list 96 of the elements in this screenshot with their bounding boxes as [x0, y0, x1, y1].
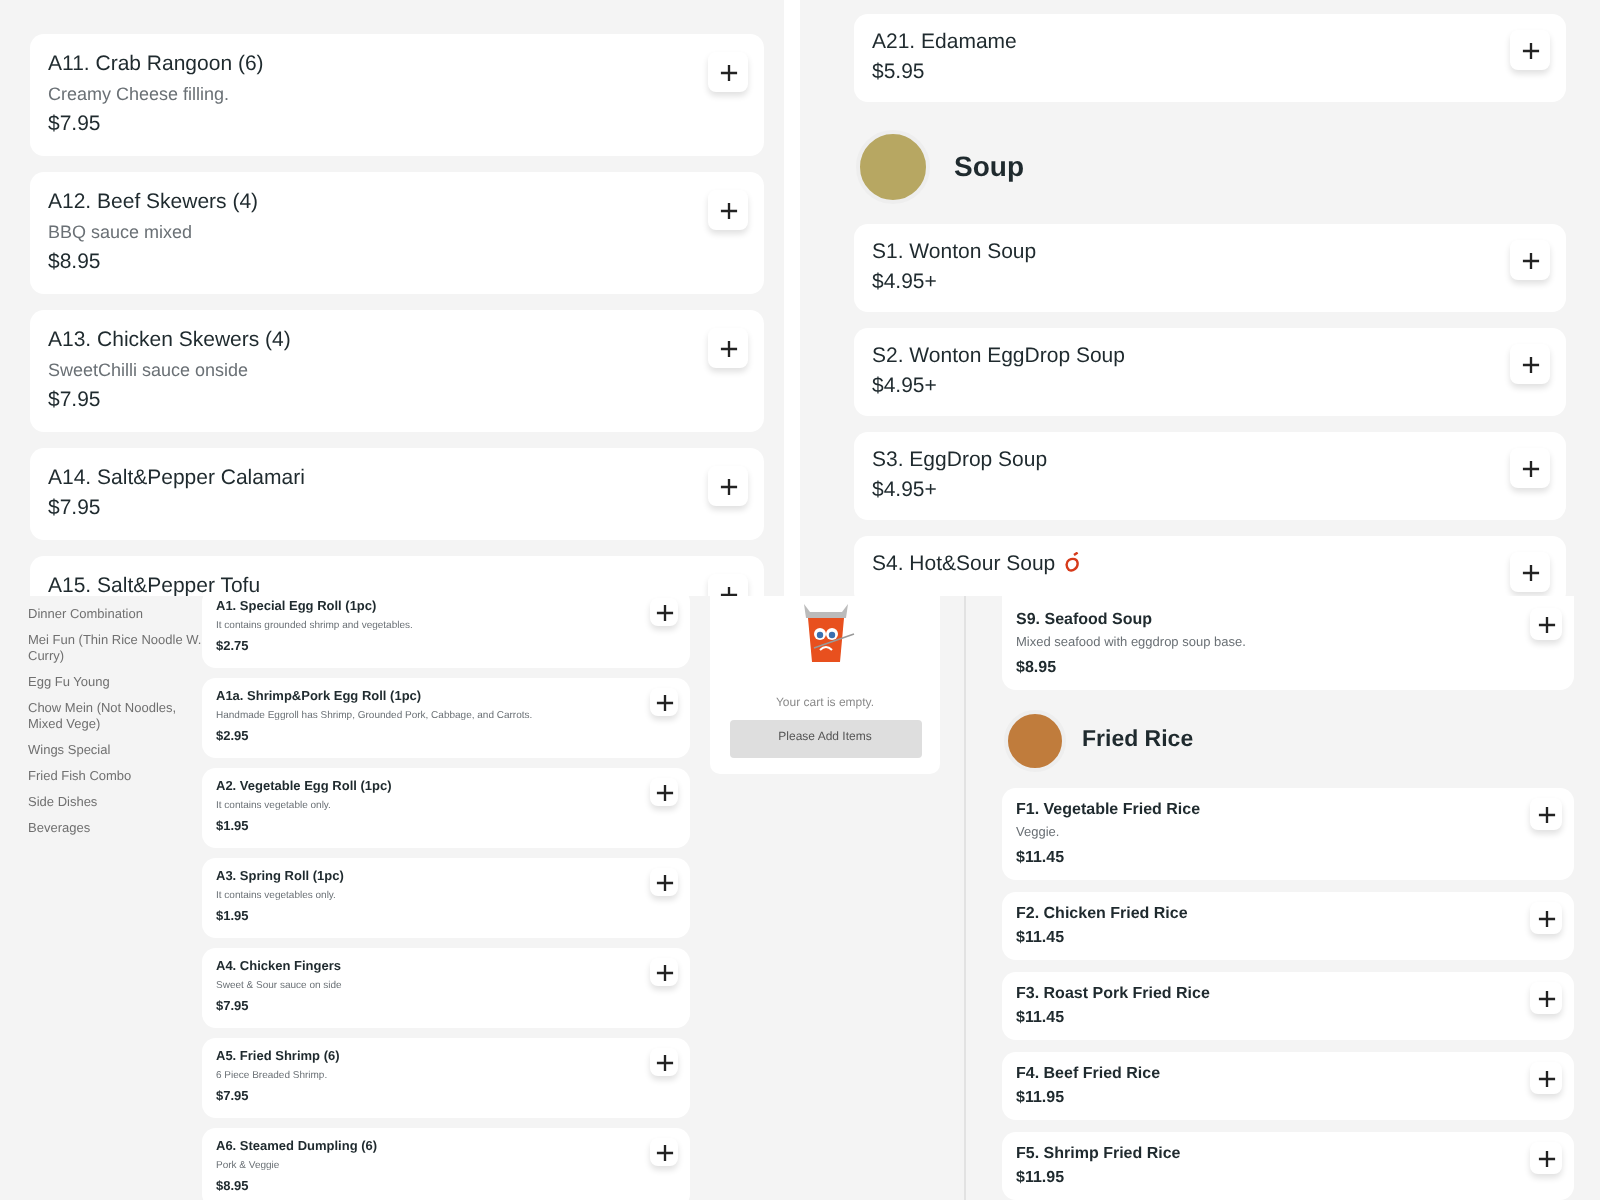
item-name: A15. Salt&Pepper Tofu [48, 572, 261, 596]
menu-item-card[interactable]: F3. Roast Pork Fried Rice $11.45 [1002, 972, 1574, 1040]
menu-item-card[interactable]: S3. EggDrop Soup $4.95+ [854, 432, 1566, 520]
item-price: $11.45 [1016, 1006, 1067, 1030]
item-price: $7.95 [48, 494, 103, 524]
item-name: A12. Beef Skewers (4) [48, 188, 259, 218]
item-description: BBQ sauce mixed [48, 220, 195, 246]
plus-icon [1537, 1149, 1555, 1167]
item-name: A13. Chicken Skewers (4) [48, 326, 291, 356]
plus-icon [1521, 563, 1539, 581]
item-name: S3. EggDrop Soup [872, 446, 1048, 476]
plus-icon [1537, 1069, 1555, 1087]
item-price: $4.95+ [872, 268, 939, 298]
menu-item-card[interactable]: S4. Hot&Sour Soup [854, 536, 1566, 596]
menu-item-card[interactable]: A15. Salt&Pepper Tofu [30, 556, 764, 596]
add-button[interactable] [708, 466, 748, 506]
plus-icon [655, 1143, 673, 1161]
plus-icon [655, 693, 673, 711]
add-button[interactable] [650, 958, 678, 986]
add-button[interactable] [1530, 1062, 1562, 1094]
plus-icon [1521, 355, 1539, 373]
add-button[interactable] [650, 688, 678, 716]
add-button[interactable] [650, 598, 678, 626]
plus-icon [1521, 459, 1539, 477]
plus-icon [655, 963, 673, 981]
item-price: $7.95 [48, 110, 103, 140]
menu-item-card[interactable]: F5. Shrimp Fried Rice $11.95 [1002, 1132, 1574, 1200]
add-button[interactable] [1530, 608, 1562, 640]
photo-placeholder [856, 130, 930, 204]
item-price: $8.95 [48, 248, 103, 278]
plus-icon [1537, 909, 1555, 927]
chili-icon [1063, 552, 1080, 572]
item-price: $4.95+ [872, 372, 939, 402]
menu-item-card[interactable]: S2. Wonton EggDrop Soup $4.95+ [854, 328, 1566, 416]
item-name: A14. Salt&Pepper Calamari [48, 464, 305, 494]
plus-icon [1521, 251, 1539, 269]
menu-item-card[interactable]: A12. Beef Skewers (4) BBQ sauce mixed $8.95 [30, 172, 764, 294]
plus-icon [1537, 615, 1555, 633]
item-price: $11.95 [1016, 1166, 1067, 1190]
menu-item-card[interactable]: A14. Salt&Pepper Calamari $7.95 [30, 448, 764, 540]
category-title: Soup [954, 148, 1024, 186]
plus-icon [655, 873, 673, 891]
menu-item-card[interactable]: S1. Wonton Soup $4.95+ [854, 224, 1566, 312]
add-button[interactable] [708, 52, 748, 92]
add-button[interactable] [1530, 902, 1562, 934]
category-title: Fried Rice [1082, 725, 1194, 756]
item-name: S9. Seafood Soup [1016, 608, 1155, 632]
item-description: SweetChilli sauce onside [48, 358, 251, 384]
item-price: $11.45 [1016, 926, 1067, 950]
add-button[interactable] [1510, 552, 1550, 592]
item-price: $4.95+ [872, 476, 939, 506]
add-button[interactable] [650, 1138, 678, 1166]
item-name: F5. Shrimp Fried Rice [1016, 1142, 1181, 1166]
item-name: A21. Edamame [872, 28, 1017, 58]
plus-icon [719, 477, 737, 495]
item-price: $8.95 [1016, 656, 1059, 680]
item-name: S4. Hot&Sour Soup [872, 550, 1080, 580]
item-description: Creamy Cheese filling. [48, 82, 232, 108]
plus-icon [719, 201, 737, 219]
menu-item-card[interactable]: A13. Chicken Skewers (4) SweetChilli sauce onside $7.95 [30, 310, 764, 432]
plus-icon [655, 1053, 673, 1071]
item-name: F3. Roast Pork Fried Rice [1016, 982, 1210, 1006]
photo-placeholder [1004, 710, 1066, 772]
item-name: F2. Chicken Fried Rice [1016, 902, 1188, 926]
add-button[interactable] [650, 1048, 678, 1076]
menu-item-card[interactable]: F4. Beef Fried Rice $11.95 [1002, 1052, 1574, 1120]
item-name: F1. Vegetable Fried Rice [1016, 798, 1201, 822]
plus-icon [655, 603, 673, 621]
menu-item-card[interactable]: A11. Crab Rangoon (6) Creamy Cheese filling. $7.95 [30, 34, 764, 156]
menu-item-card[interactable]: A21. Edamame $5.95 [854, 14, 1566, 102]
add-button[interactable] [708, 190, 748, 230]
add-button[interactable] [650, 868, 678, 896]
plus-icon [1521, 41, 1539, 59]
plus-icon [719, 63, 737, 81]
add-button[interactable] [1510, 30, 1550, 70]
add-button[interactable] [1530, 982, 1562, 1014]
plus-icon [1537, 989, 1555, 1007]
item-name: S2. Wonton EggDrop Soup [872, 342, 1125, 372]
item-price: $5.95 [872, 58, 927, 88]
item-name: A11. Crab Rangoon (6) [48, 50, 264, 80]
item-name: S1. Wonton Soup [872, 238, 1037, 268]
add-button[interactable] [1510, 344, 1550, 384]
plus-icon [1537, 805, 1555, 823]
add-button[interactable] [708, 328, 748, 368]
item-price: $11.95 [1016, 1086, 1067, 1110]
add-button[interactable] [1510, 448, 1550, 488]
add-button[interactable] [1530, 798, 1562, 830]
add-button[interactable] [1530, 1142, 1562, 1174]
item-price: $7.95 [48, 386, 103, 416]
plus-icon [655, 783, 673, 801]
item-name: F4. Beef Fried Rice [1016, 1062, 1161, 1086]
item-price: $11.45 [1016, 846, 1067, 870]
plus-icon [719, 339, 737, 357]
menu-item-card[interactable]: F2. Chicken Fried Rice $11.45 [1002, 892, 1574, 960]
add-button[interactable] [1510, 240, 1550, 280]
add-button[interactable] [650, 778, 678, 806]
